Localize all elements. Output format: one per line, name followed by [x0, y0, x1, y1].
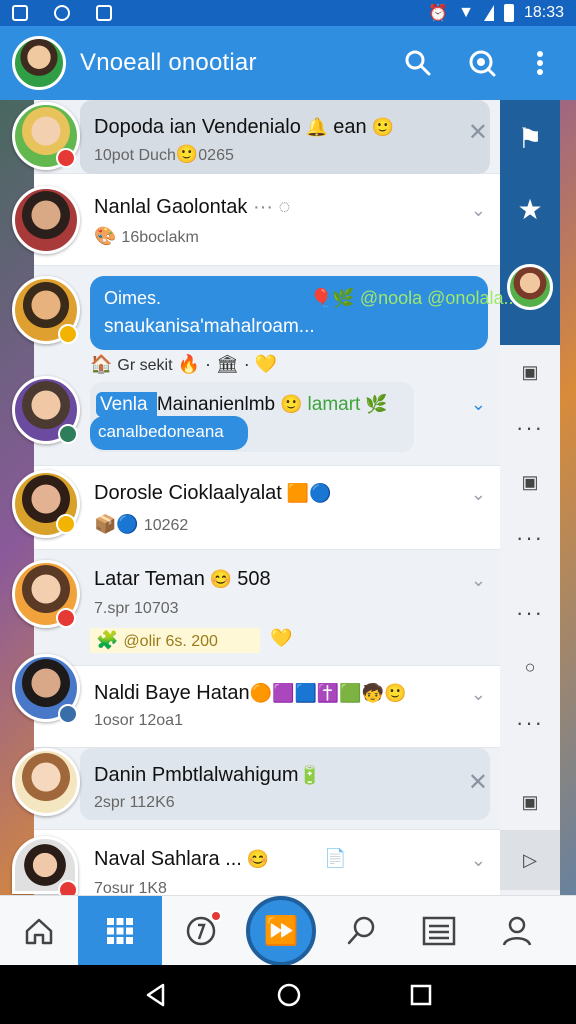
- back-icon[interactable]: [143, 982, 169, 1008]
- chat-subtitle: 📦🔵 10262: [94, 514, 189, 534]
- star-icon[interactable]: ★: [517, 193, 542, 226]
- nav-chat[interactable]: [162, 896, 240, 966]
- chat-name: Naval Sahlara ... 😊: [94, 848, 270, 870]
- bubble-body: snaukanisa'mahalroam...: [104, 316, 315, 337]
- bubble-body: canalbedoneana: [98, 422, 224, 441]
- chevron-down-icon[interactable]: ⌄: [471, 684, 486, 705]
- status-badge: [56, 608, 76, 628]
- chat-row[interactable]: Danin Pmbtlalwahigum🔋 2spr 112K6 ✕: [34, 748, 500, 830]
- chat-name: Danin Pmbtlalwahigum🔋: [94, 764, 321, 786]
- chat-subtitle: 2spr 112K6: [94, 794, 175, 811]
- message-bubble[interactable]: Oimes. 🎈🌿 @noola @onolala.. snaukanisa'm…: [90, 276, 513, 350]
- close-icon[interactable]: ✕: [468, 118, 488, 147]
- chat-subtitle: 10pot Duch🙂0265: [94, 144, 234, 164]
- alarm-icon: ⏰: [428, 5, 449, 22]
- signal-icon: [483, 5, 494, 21]
- status-badge: [58, 704, 78, 724]
- compose-button[interactable]: ⏩: [246, 895, 316, 966]
- more-vert-icon: [537, 51, 543, 75]
- rail-more-icon[interactable]: ···: [516, 585, 544, 640]
- wifi-icon: ▼: [458, 4, 474, 21]
- grid-icon: [107, 917, 133, 944]
- status-bar: ⏰ ▼ 18:33: [0, 0, 576, 26]
- rail-action-icon[interactable]: ▣: [521, 775, 538, 830]
- play-icon[interactable]: ▷: [500, 830, 560, 890]
- list-icon: [422, 916, 456, 945]
- nav-grid[interactable]: [78, 895, 162, 966]
- zoom-button[interactable]: [458, 39, 506, 87]
- chat-subtitle: 1osor 12oa1: [94, 712, 183, 729]
- profile-icon: [502, 916, 532, 946]
- app-notification-icon: [54, 5, 70, 21]
- home-system-icon[interactable]: [276, 982, 302, 1008]
- meta-line: 🏠 Gr sekit 🔥 · 🏛 · 💛: [90, 354, 278, 374]
- clock: 18:33: [523, 4, 564, 21]
- chat-name: Dorosle Cioklaalyalat 🟧🔵: [94, 482, 332, 504]
- chevron-down-icon[interactable]: ⌄: [471, 484, 486, 505]
- rail-circle-icon[interactable]: ○: [525, 640, 536, 695]
- status-badge: [56, 148, 76, 168]
- bottom-nav: ⏩: [0, 895, 576, 966]
- chat-name: Nanlal Gaolontak ··· ◌: [94, 196, 291, 218]
- nav-profile[interactable]: [478, 896, 556, 966]
- rail-action-icon[interactable]: ▣: [521, 345, 538, 400]
- chat-row[interactable]: Latar Teman 😊 508 7.spr 10703 🧩 @olir 6s…: [34, 550, 500, 666]
- reaction-icon: 💛: [270, 628, 293, 648]
- chevron-down-icon[interactable]: ⌄: [471, 570, 486, 591]
- profile-avatar[interactable]: [12, 36, 66, 90]
- close-icon[interactable]: ✕: [468, 768, 488, 797]
- recents-icon[interactable]: [409, 983, 433, 1007]
- tag-chip[interactable]: 🧩 @olir 6s. 200: [90, 628, 260, 653]
- chat-row[interactable]: Naval Sahlara ... 😊 📄 7osur 1K8 ⌄: [34, 830, 500, 897]
- notification-dot: [210, 909, 222, 922]
- flag-icon[interactable]: ⚑: [517, 122, 542, 155]
- chat-row[interactable]: Oimes. 🎈🌿 @noola @onolala.. snaukanisa'm…: [34, 266, 513, 466]
- notification-icon: [12, 5, 28, 21]
- chat-name: Naldi Baye Hatan🟠🟪🟦✝️🟩🧒🙂: [94, 682, 407, 704]
- side-rail-actions: ▣ ··· ▣ ··· ··· ○ ··· ▣ ▷: [500, 345, 560, 895]
- avatar[interactable]: [12, 186, 80, 254]
- chat-row[interactable]: Naldi Baye Hatan🟠🟪🟦✝️🟩🧒🙂 1osor 12oa1 ⌄: [34, 666, 500, 748]
- status-badge: [56, 514, 76, 534]
- chat-subtitle: 7.spr 10703: [94, 600, 179, 617]
- chevron-down-icon[interactable]: ⌄: [471, 200, 486, 221]
- status-badge: [58, 324, 78, 344]
- rail-avatar[interactable]: [507, 264, 553, 310]
- home-icon: [25, 918, 53, 944]
- chevron-down-icon[interactable]: ⌄: [471, 394, 486, 415]
- shield-notification-icon: [96, 5, 112, 21]
- rail-more-icon[interactable]: ···: [516, 510, 544, 565]
- avatar[interactable]: [12, 748, 80, 816]
- zoom-icon: [469, 50, 496, 77]
- status-badge: [58, 424, 78, 444]
- app-bar: Vnoeall onootiar: [0, 26, 576, 100]
- compose-icon: ⏩: [263, 915, 299, 946]
- system-nav: [0, 965, 576, 1024]
- chat-row[interactable]: Nanlal Gaolontak ··· ◌ 🎨 16boclakm ⌄: [34, 174, 500, 266]
- bubble-title: Oimes.: [104, 288, 162, 308]
- search-icon: [405, 50, 431, 76]
- chat-name: Venla Mainanienlmb 🙂 lamart 🌿: [96, 392, 388, 417]
- nav-home[interactable]: [0, 896, 78, 966]
- chevron-down-icon[interactable]: ⌄: [471, 850, 486, 871]
- attachment-icon: 📄: [324, 848, 347, 868]
- bubble-tags: 🎈🌿 @noola @onolala..: [310, 288, 514, 308]
- search-button[interactable]: [394, 39, 442, 87]
- chat-name: Dopoda ian Vendenialo 🔔 ean 🙂: [94, 116, 395, 138]
- more-button[interactable]: [516, 39, 564, 87]
- message-bubble[interactable]: canalbedoneana: [90, 416, 248, 450]
- chat-subtitle: 🎨 16boclakm: [94, 226, 199, 246]
- chat-row[interactable]: Dorosle Cioklaalyalat 🟧🔵 📦🔵 10262 ⌄: [34, 466, 500, 550]
- search-nav-icon: [347, 916, 375, 944]
- app-title: Vnoeall onootiar: [80, 49, 257, 76]
- rail-more-icon[interactable]: ···: [516, 400, 544, 455]
- nav-search[interactable]: [322, 896, 400, 966]
- nav-list[interactable]: [400, 896, 478, 966]
- chat-name: Latar Teman 😊 508: [94, 568, 271, 590]
- rail-action-icon[interactable]: ▣: [521, 455, 538, 510]
- chat-list: Dopoda ian Vendenialo 🔔 ean 🙂 10pot Duch…: [34, 100, 513, 897]
- chat-row[interactable]: Dopoda ian Vendenialo 🔔 ean 🙂 10pot Duch…: [34, 100, 500, 174]
- rail-more-icon[interactable]: ···: [516, 695, 544, 750]
- battery-icon: [503, 4, 514, 22]
